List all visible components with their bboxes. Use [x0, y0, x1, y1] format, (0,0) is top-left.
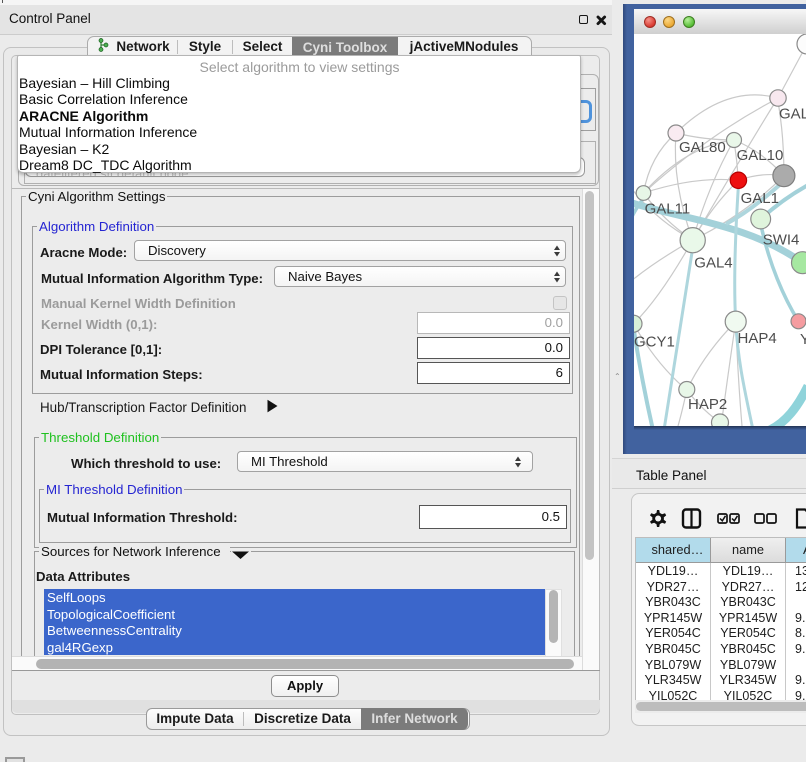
- svg-text:GAL4: GAL4: [694, 255, 732, 272]
- svg-text:SWI4: SWI4: [763, 232, 800, 249]
- svg-text:GAL7: GAL7: [779, 106, 806, 123]
- svg-text:HAP4: HAP4: [738, 330, 777, 347]
- svg-text:GAL11: GAL11: [645, 201, 691, 218]
- svg-text:GAL10: GAL10: [737, 147, 784, 164]
- svg-text:GCY1: GCY1: [634, 334, 675, 351]
- svg-text:GAL80: GAL80: [679, 139, 726, 156]
- svg-text:Y: Y: [800, 331, 806, 348]
- svg-text:GAL1: GAL1: [741, 190, 779, 207]
- svg-text:HAP2: HAP2: [688, 396, 727, 413]
